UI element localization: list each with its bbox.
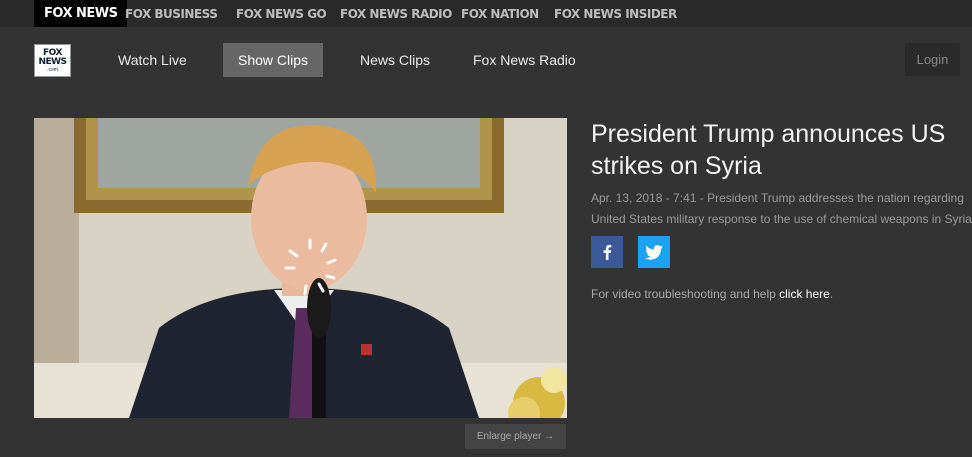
logo-line-2: NEWS bbox=[38, 56, 67, 67]
help-text: For video troubleshooting and help click… bbox=[591, 287, 833, 301]
help-text-end: . bbox=[829, 287, 834, 301]
help-text-lead: For video troubleshooting and help bbox=[591, 287, 780, 301]
logo-line-3: .com bbox=[47, 66, 58, 73]
login-button[interactable]: Login bbox=[905, 43, 960, 76]
video-meta-line-2: United States military response to the u… bbox=[591, 212, 972, 226]
twitter-icon bbox=[645, 244, 663, 260]
main-nav: FOX NEWS .com Watch Live Show Clips News… bbox=[0, 27, 972, 94]
network-fox-news-go[interactable]: FOX NEWS GO bbox=[236, 0, 327, 27]
video-player[interactable] bbox=[34, 118, 567, 418]
fox-news-logo[interactable]: FOX NEWS .com bbox=[34, 44, 71, 77]
facebook-share-button[interactable] bbox=[591, 236, 623, 268]
nav-watch-live[interactable]: Watch Live bbox=[103, 43, 202, 77]
network-fox-business[interactable]: FOX BUSINESS bbox=[125, 0, 218, 27]
video-title: President Trump announces US strikes on … bbox=[591, 120, 946, 180]
nav-show-clips[interactable]: Show Clips bbox=[223, 43, 324, 77]
network-bar: FOX NEWS FOX BUSINESS FOX NEWS GO FOX NE… bbox=[0, 0, 972, 27]
network-fox-news-insider[interactable]: FOX NEWS INSIDER bbox=[554, 0, 677, 27]
video-frame bbox=[34, 118, 567, 418]
video-description: Apr. 13, 2018 - 7:41 - President Trump a… bbox=[591, 188, 972, 230]
nav-news-clips[interactable]: News Clips bbox=[345, 43, 445, 77]
help-link[interactable]: click here bbox=[779, 287, 830, 301]
network-fox-nation[interactable]: FOX NATION bbox=[461, 0, 539, 27]
enlarge-player-button[interactable]: Enlarge player → bbox=[465, 424, 566, 449]
twitter-share-button[interactable] bbox=[638, 236, 670, 268]
video-meta-line-1: Apr. 13, 2018 - 7:41 - President Trump a… bbox=[591, 191, 964, 205]
nav-fox-news-radio[interactable]: Fox News Radio bbox=[458, 43, 591, 77]
network-fox-news[interactable]: FOX NEWS bbox=[34, 0, 128, 27]
facebook-icon bbox=[603, 244, 612, 260]
network-fox-news-radio[interactable]: FOX NEWS RADIO bbox=[340, 0, 452, 27]
